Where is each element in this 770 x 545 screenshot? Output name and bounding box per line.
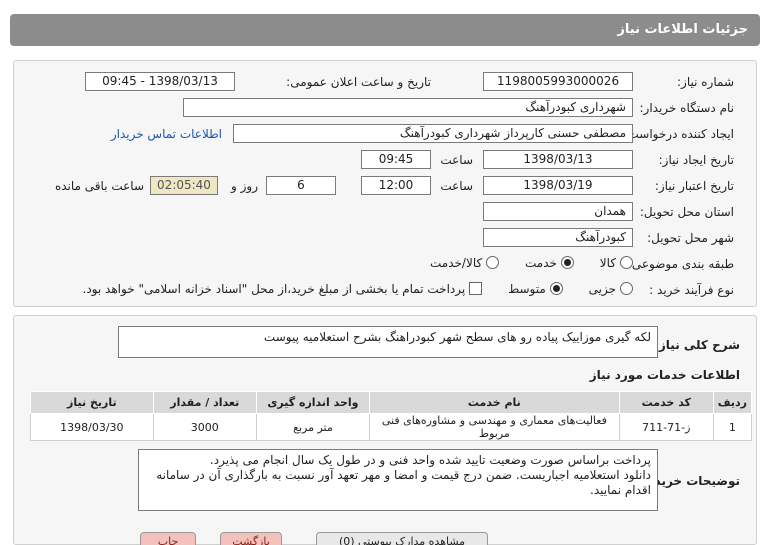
cell-need-date: 1398/03/30: [30, 413, 154, 441]
category-option-goods[interactable]: کالا: [600, 256, 633, 270]
back-button[interactable]: بازگشت: [220, 532, 282, 545]
valid-date-label: تاریخ اعتبار نیاز:: [654, 179, 734, 193]
remaining-time-field: 02:05:40: [150, 176, 218, 195]
need-number-field: 1198005993000026: [483, 72, 633, 91]
radio-goods[interactable]: [620, 256, 633, 269]
buyer-note-line: اقدام نمایید.: [590, 483, 651, 497]
radio-minor[interactable]: [620, 282, 633, 295]
announce-field: 1398/03/13 - 09:45: [85, 72, 235, 91]
col-row: ردیف: [712, 391, 753, 414]
days-field: 6: [266, 176, 336, 195]
created-time-field: 09:45: [361, 150, 431, 169]
category-option-service[interactable]: خدمت: [525, 256, 574, 270]
buyer-notes-field: پرداخت براساس صورت وضعیت تایید شده واحد …: [138, 449, 658, 511]
col-service-code: کد خدمت: [618, 391, 714, 414]
city-field: کبودرآهنگ: [483, 228, 633, 247]
process-radio-group: جزیی متوسط پرداخت تمام یا بخشی از مبلغ خ…: [83, 282, 633, 296]
col-service-name: نام خدمت: [368, 391, 620, 414]
col-unit: واحد اندازه گیری: [255, 391, 370, 414]
cell-unit: متر مربع: [255, 413, 370, 441]
category-option-goods-service[interactable]: کالا/خدمت: [430, 256, 500, 270]
cell-service-code: ز-71-711: [618, 413, 714, 441]
province-label: استان محل تحویل:: [639, 205, 734, 219]
announce-label: تاریخ و ساعت اعلان عمومی:: [286, 75, 431, 89]
need-number-label: شماره نیاز:: [677, 75, 734, 89]
col-quantity: تعداد / مقدار: [152, 391, 257, 414]
remaining-label: ساعت باقی مانده: [54, 179, 144, 193]
view-attachments-button[interactable]: مشاهده مدارک پیوستی (0): [316, 532, 488, 545]
buyer-note-line: دانلود استعلامیه اجباریست. ضمن درج قیمت …: [156, 468, 651, 482]
created-time-label: ساعت: [440, 153, 473, 167]
province-field: همدان: [483, 202, 633, 221]
services-title: اطلاعات خدمات مورد نیاز: [589, 368, 740, 382]
valid-date-field: 1398/03/19: [483, 176, 633, 195]
creator-label: ایجاد کننده درخواست:: [623, 127, 734, 141]
process-option-minor[interactable]: جزیی: [589, 282, 633, 296]
radio-medium[interactable]: [549, 282, 563, 295]
created-date-field: 1398/03/13: [483, 150, 633, 169]
valid-time-field: 12:00: [361, 176, 431, 195]
services-table: ردیف کد خدمت نام خدمت واحد اندازه گیری ت…: [30, 391, 753, 441]
radio-goods-service[interactable]: [486, 256, 500, 269]
print-button[interactable]: چاپ: [140, 532, 196, 545]
buyer-contact-link[interactable]: اطلاعات تماس خریدار: [111, 127, 222, 141]
need-info-panel: شماره نیاز: 1198005993000026 تاریخ و ساع…: [13, 60, 757, 307]
creator-field: مصطفی حسنی کارپرداز شهرداری کبودرآهنگ: [233, 124, 633, 143]
cell-service-name: فعالیت‌های معماری و مهندسی و مشاوره‌های …: [368, 413, 620, 441]
process-option-medium[interactable]: متوسط: [508, 282, 563, 296]
summary-field: لکه گیری موزاییک پیاده رو های سطح شهر کب…: [118, 326, 658, 358]
buyer-note-line: پرداخت براساس صورت وضعیت تایید شده واحد …: [209, 453, 651, 467]
radio-service[interactable]: [560, 256, 574, 269]
cell-quantity: 3000: [152, 413, 257, 441]
need-description-panel: شرح کلی نیاز: لکه گیری موزاییک پیاده رو …: [13, 315, 757, 545]
city-label: شهر محل تحویل:: [647, 231, 734, 245]
page-title: جزئیات اطلاعات نیاز: [10, 14, 760, 46]
valid-time-label: ساعت: [440, 179, 473, 193]
process-label: نوع فرآیند خرید :: [649, 283, 734, 297]
created-date-label: تاریخ ایجاد نیاز:: [658, 153, 734, 167]
category-label: طبقه بندی موضوعی:: [627, 257, 734, 271]
col-need-date: تاریخ نیاز: [30, 391, 154, 414]
treasury-checkbox[interactable]: [469, 282, 483, 295]
treasury-payment-option[interactable]: پرداخت تمام یا بخشی از مبلغ خرید،از محل …: [83, 282, 483, 296]
buyer-field: شهرداری کبودرآهنگ: [183, 98, 633, 117]
days-label: روز و: [231, 179, 258, 193]
cell-row: 1: [712, 413, 753, 441]
table-row: 1 ز-71-711 فعالیت‌های معماری و مهندسی و …: [30, 413, 753, 441]
buyer-label: نام دستگاه خریدار:: [639, 101, 735, 115]
summary-label: شرح کلی نیاز:: [654, 338, 740, 352]
services-table-header: ردیف کد خدمت نام خدمت واحد اندازه گیری ت…: [30, 391, 753, 414]
category-radio-group: کالا خدمت کالا/خدمت: [430, 256, 633, 270]
